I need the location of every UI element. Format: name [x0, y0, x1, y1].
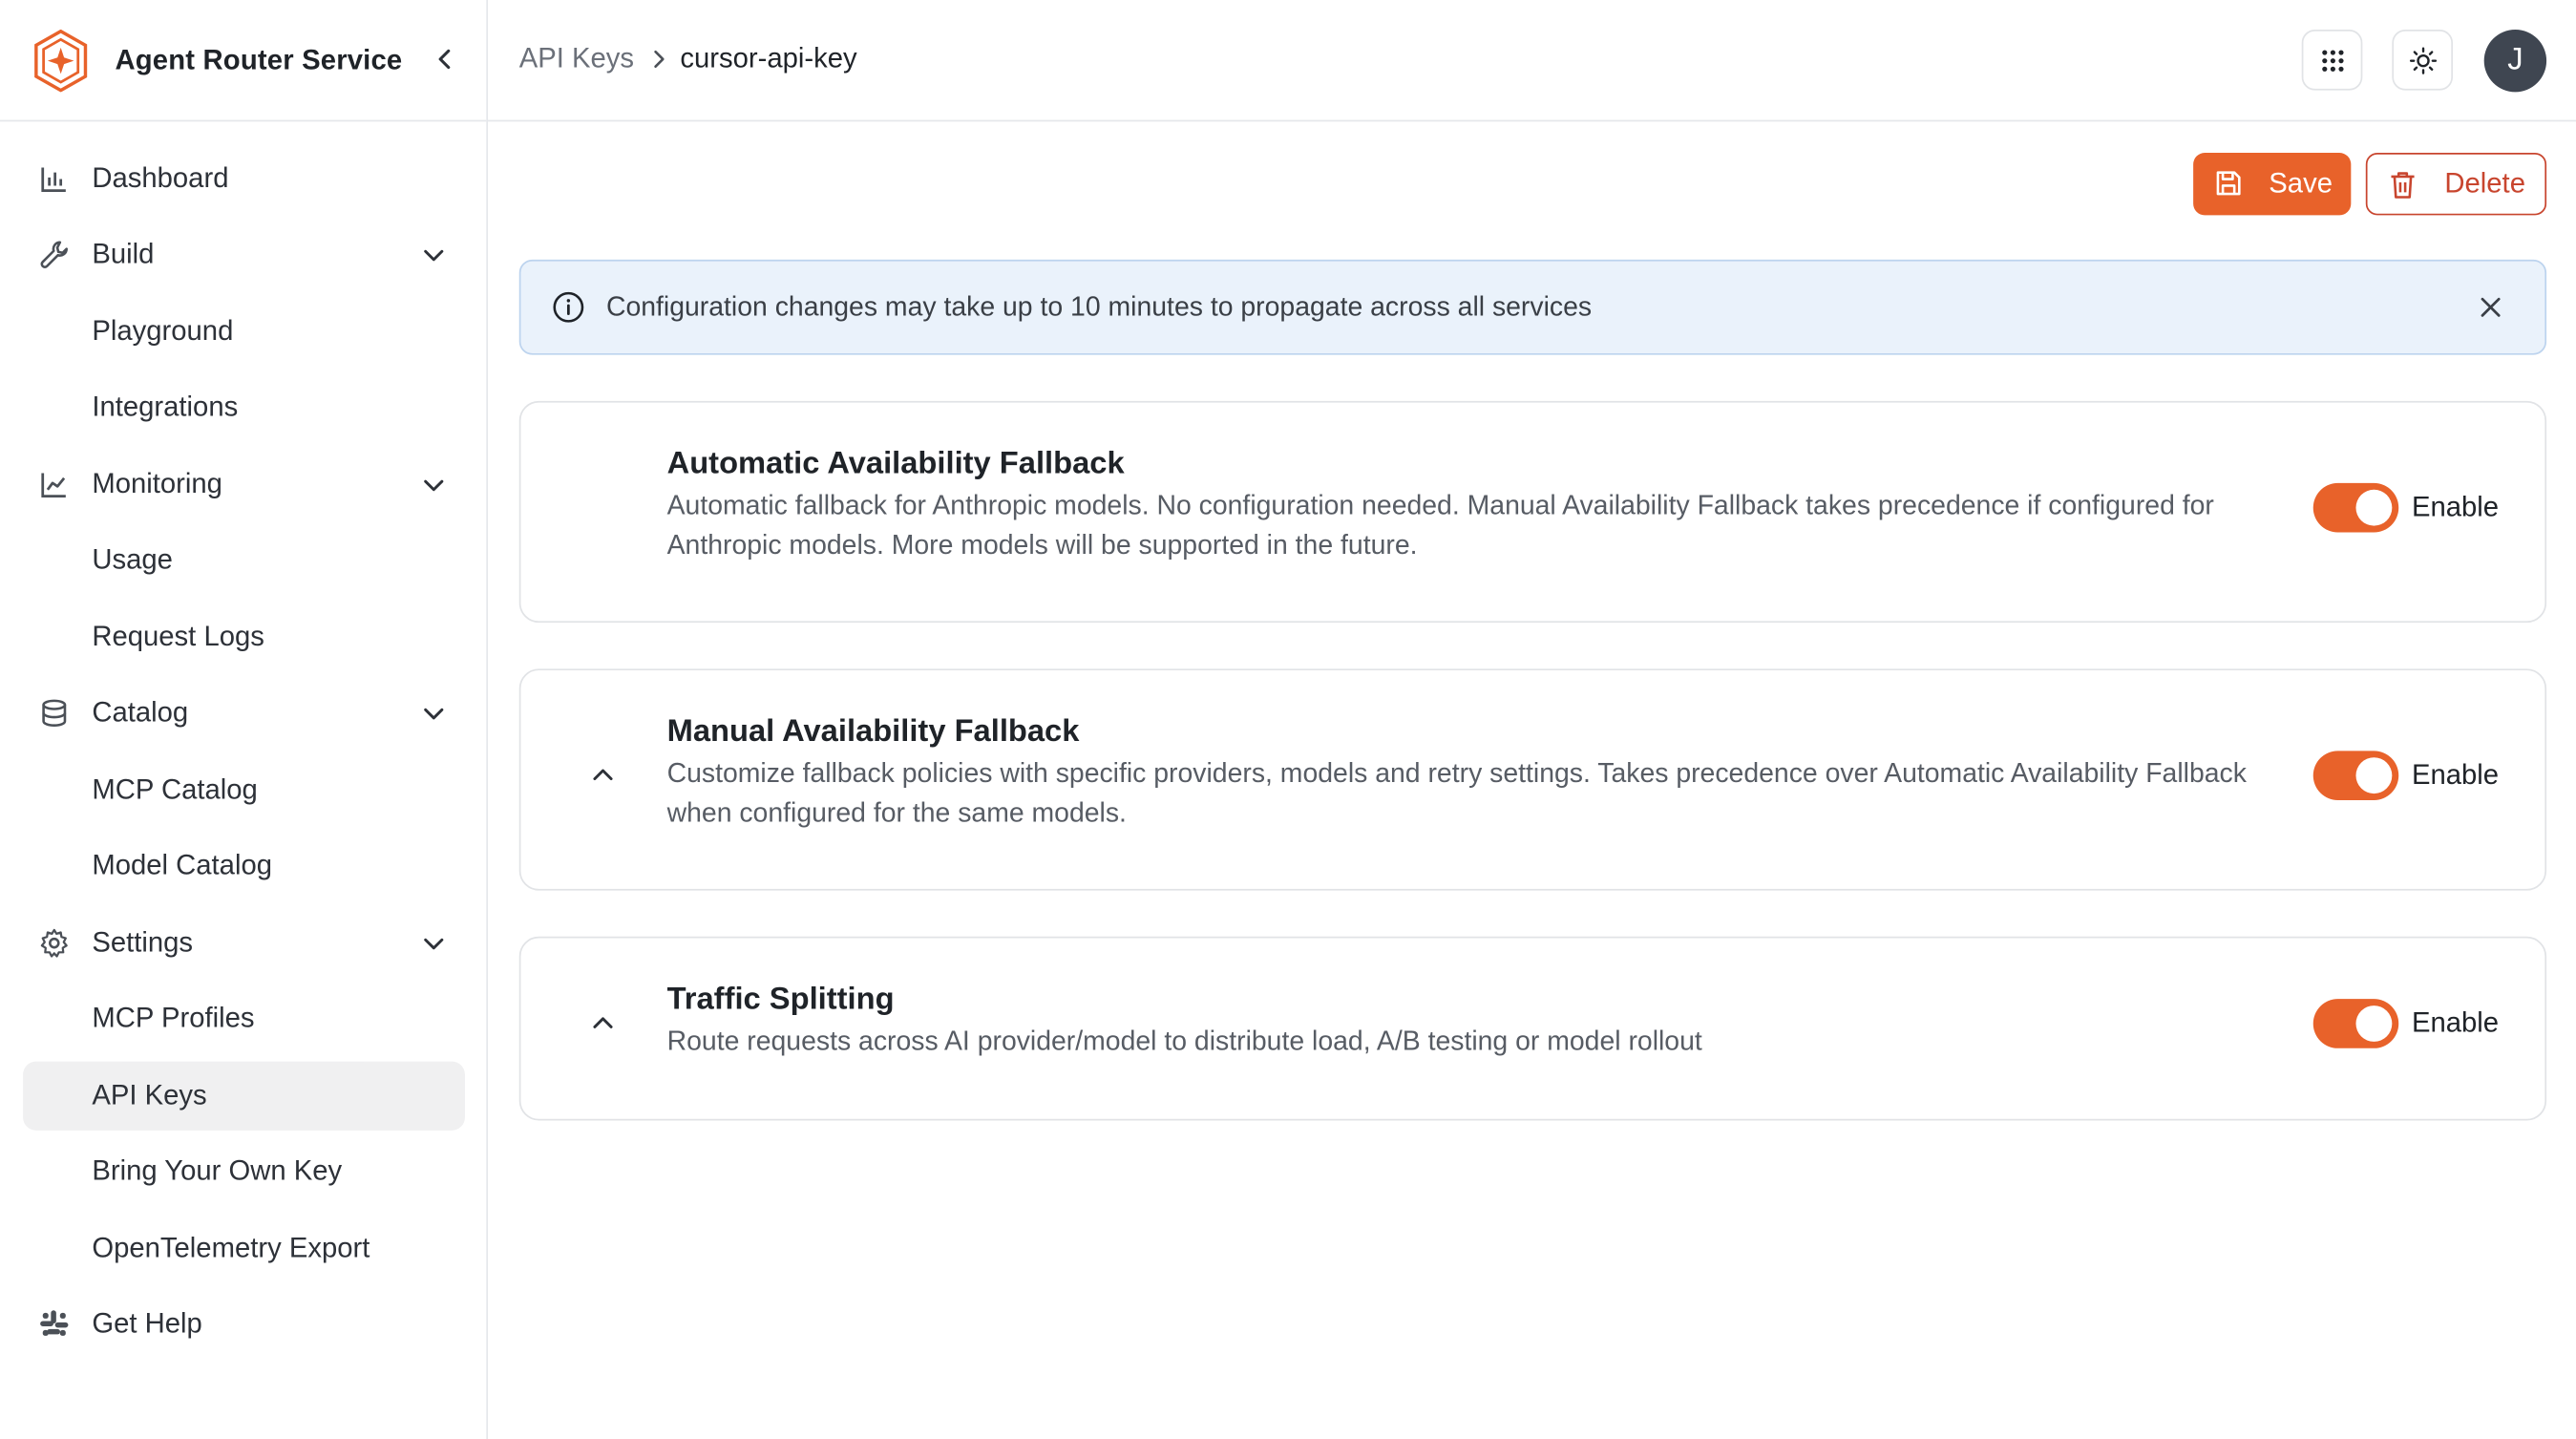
- save-button-label: Save: [2269, 167, 2333, 200]
- sidebar-item-label: Playground: [92, 315, 234, 348]
- sidebar-item-integrations[interactable]: Integrations: [23, 373, 465, 442]
- chevron-up-icon[interactable]: [588, 1009, 618, 1039]
- sidebar-item-label: OpenTelemetry Export: [92, 1232, 370, 1264]
- sidebar-item-label: Model Catalog: [92, 849, 272, 881]
- sidebar-item-model-catalog[interactable]: Model Catalog: [23, 832, 465, 900]
- slack-icon: [40, 1310, 69, 1336]
- grid-icon: [2321, 49, 2343, 71]
- sidebar-item-label: Bring Your Own Key: [92, 1154, 343, 1187]
- alert-message: Configuration changes may take up to 10 …: [605, 292, 1593, 323]
- database-icon: [42, 699, 67, 727]
- sidebar-item-mcp-profiles[interactable]: MCP Profiles: [23, 984, 465, 1053]
- sidebar: Agent Router Service Dashboard Build Pla…: [0, 0, 489, 1439]
- sidebar-item-label: Get Help: [92, 1307, 202, 1340]
- app-title: Agent Router Service: [115, 43, 403, 75]
- sidebar-item-label: Usage: [92, 543, 173, 576]
- card-description: Automatic fallback for Anthropic models.…: [666, 491, 2214, 560]
- topbar: API Keys cursor-api-key J: [488, 0, 2576, 122]
- wrench-icon: [40, 241, 68, 268]
- enable-toggle[interactable]: [2312, 751, 2399, 800]
- sidebar-item-label: Monitoring: [92, 468, 222, 500]
- chevron-down-icon[interactable]: [419, 928, 449, 958]
- breadcrumb-current: cursor-api-key: [680, 42, 857, 74]
- sidebar-item-monitoring[interactable]: Monitoring: [23, 450, 465, 518]
- sidebar-header: Agent Router Service: [0, 0, 487, 122]
- breadcrumb-api-keys[interactable]: API Keys: [519, 43, 634, 75]
- toggle-label: Enable: [2411, 1006, 2500, 1039]
- card-title: Automatic Availability Fallback: [666, 447, 1125, 482]
- bar-chart-icon: [41, 167, 66, 192]
- info-alert: Configuration changes may take up to 10 …: [518, 259, 2547, 355]
- close-icon[interactable]: [2478, 294, 2504, 321]
- sidebar-item-dashboard[interactable]: Dashboard: [23, 144, 465, 213]
- enable-toggle[interactable]: [2312, 999, 2399, 1048]
- sidebar-item-get-help[interactable]: Get Help: [23, 1290, 465, 1359]
- sidebar-item-label: Request Logs: [92, 621, 264, 653]
- apps-menu-button[interactable]: [2301, 29, 2363, 91]
- theme-toggle-button[interactable]: [2392, 29, 2454, 91]
- sidebar-item-opentelemetry-export[interactable]: OpenTelemetry Export: [23, 1215, 465, 1283]
- card-title: Traffic Splitting: [666, 982, 895, 1018]
- chevron-right-icon: [654, 50, 665, 68]
- toggle-label: Enable: [2411, 758, 2500, 791]
- sidebar-item-label: Settings: [92, 926, 194, 959]
- sidebar-item-label: Integrations: [92, 391, 239, 423]
- main-content: API Keys cursor-api-key J Save Delete Co…: [488, 0, 2576, 1439]
- chevron-down-icon[interactable]: [419, 240, 449, 269]
- sidebar-item-label: API Keys: [92, 1079, 207, 1111]
- sidebar-item-bring-your-own-key[interactable]: Bring Your Own Key: [23, 1137, 465, 1206]
- sidebar-item-label: Build: [92, 238, 155, 270]
- save-icon: [2216, 171, 2241, 196]
- card-title: Manual Availability Fallback: [666, 714, 1080, 750]
- gear-icon: [40, 928, 68, 958]
- sidebar-item-request-logs[interactable]: Request Logs: [23, 603, 465, 671]
- delete-button[interactable]: Delete: [2365, 153, 2547, 216]
- card-description: Route requests across AI provider/model …: [666, 1026, 1702, 1057]
- sidebar-item-mcp-catalog[interactable]: MCP Catalog: [23, 756, 465, 825]
- sidebar-item-settings[interactable]: Settings: [23, 909, 465, 978]
- sidebar-item-catalog[interactable]: Catalog: [23, 679, 465, 748]
- sidebar-item-build[interactable]: Build: [23, 221, 465, 289]
- sidebar-item-label: Dashboard: [92, 162, 229, 195]
- chevron-up-icon[interactable]: [588, 761, 618, 791]
- manual-fallback-card: Manual Availability Fallback Customize f…: [518, 668, 2547, 891]
- sidebar-item-label: Catalog: [92, 696, 189, 729]
- save-button[interactable]: Save: [2193, 153, 2352, 216]
- line-chart-icon: [41, 473, 66, 498]
- collapse-sidebar-icon[interactable]: [431, 44, 460, 74]
- sidebar-item-label: MCP Catalog: [92, 773, 258, 806]
- trash-icon: [2391, 172, 2415, 199]
- app-logo-icon: [34, 29, 88, 92]
- avatar[interactable]: J: [2483, 29, 2547, 93]
- automatic-fallback-card: Automatic Availability Fallback Automati…: [518, 400, 2547, 624]
- enable-toggle[interactable]: [2312, 482, 2399, 533]
- sidebar-item-api-keys[interactable]: API Keys: [23, 1061, 465, 1131]
- sidebar-item-label: MCP Profiles: [92, 1002, 255, 1034]
- toggle-label: Enable: [2411, 491, 2500, 523]
- card-description: Customize fallback policies with specifi…: [666, 758, 2247, 828]
- sun-icon: [2409, 46, 2437, 74]
- delete-button-label: Delete: [2444, 167, 2525, 200]
- chevron-down-icon[interactable]: [419, 698, 449, 728]
- info-icon: [553, 291, 584, 323]
- chevron-down-icon[interactable]: [419, 470, 449, 499]
- traffic-splitting-card: Traffic Splitting Route requests across …: [518, 936, 2547, 1121]
- sidebar-item-usage[interactable]: Usage: [23, 526, 465, 595]
- sidebar-item-playground[interactable]: Playground: [23, 297, 465, 366]
